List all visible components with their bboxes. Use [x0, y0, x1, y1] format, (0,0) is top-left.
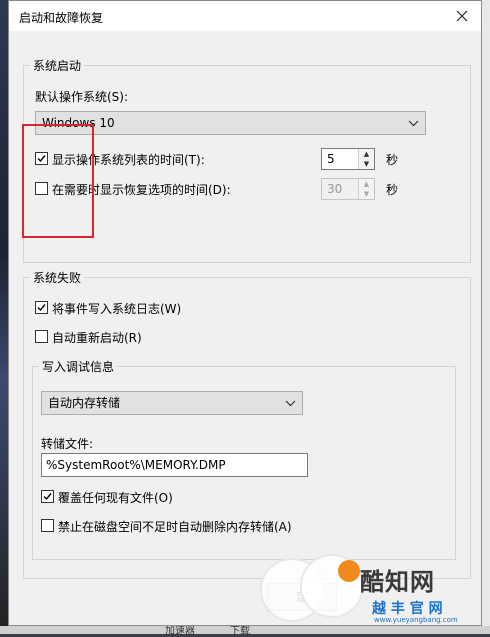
debug-info-legend: 写入调试信息: [39, 358, 118, 375]
startup-recovery-dialog: 启动和故障恢复 系统启动 默认操作系统(S): Windows 10 显示操作系…: [8, 0, 482, 626]
chevron-down-icon: [408, 112, 419, 142]
dump-file-input[interactable]: %SystemRoot%\MEMORY.DMP: [41, 453, 308, 477]
show-recovery-unit: 秒: [386, 183, 399, 197]
auto-restart-label[interactable]: 自动重新启动(R): [52, 329, 142, 346]
checkmark-icon: [43, 493, 52, 501]
dump-type-value: 自动内存转储: [48, 396, 121, 410]
dump-type-dropdown[interactable]: 自动内存转储: [41, 391, 303, 415]
system-startup-legend: 系统启动: [30, 57, 85, 74]
show-recovery-spinner: 30 ▲ ▼: [321, 178, 375, 200]
write-event-label[interactable]: 将事件写入系统日志(W): [52, 300, 181, 317]
default-os-label: 默认操作系统(S):: [35, 90, 129, 104]
background-bottom-strip: 加速器 下载: [0, 626, 490, 637]
title-bar[interactable]: 启动和故障恢复: [9, 1, 481, 31]
write-event-checkbox[interactable]: [35, 301, 48, 314]
show-os-list-unit: 秒: [386, 153, 399, 167]
checkmark-icon: [37, 304, 46, 312]
chevron-down-icon: [285, 392, 296, 422]
window-title: 启动和故障恢复: [19, 11, 104, 25]
ok-button[interactable]: 定: [267, 583, 337, 611]
dump-file-label: 转储文件:: [41, 437, 94, 451]
debug-info-group: 写入调试信息 自动内存转储 转储文件: %SystemRoot%\MEMORY.…: [32, 358, 456, 560]
show-recovery-value: 30: [327, 182, 343, 196]
background-left-strip: [0, 0, 8, 634]
ok-button-label: 定: [295, 590, 308, 604]
disable-auto-delete-checkbox[interactable]: [41, 519, 54, 532]
spin-up-icon[interactable]: ▲: [359, 149, 374, 159]
disable-auto-delete-label[interactable]: 禁止在磁盘空间不足时自动删除内存转储(A): [58, 518, 292, 535]
auto-restart-checkbox[interactable]: [35, 330, 48, 343]
spin-down-icon[interactable]: ▼: [359, 159, 374, 169]
close-button[interactable]: [451, 5, 473, 27]
close-icon: [456, 10, 468, 22]
show-os-list-spinner[interactable]: 5 ▲ ▼: [321, 148, 375, 170]
overwrite-checkbox[interactable]: [41, 490, 54, 503]
background-right-strip: [482, 0, 490, 634]
spin-down-icon: ▼: [363, 190, 370, 198]
highlight-annotation-box: [22, 124, 94, 238]
show-os-list-value: 5: [327, 152, 335, 166]
system-failure-legend: 系统失败: [30, 269, 85, 286]
spin-up-icon: ▲: [363, 180, 370, 188]
system-failure-group: 系统失败 将事件写入系统日志(W) 自动重新启动(R) 写入调试信息 自动内存转…: [23, 269, 471, 579]
overwrite-label[interactable]: 覆盖任何现有文件(O): [58, 489, 173, 506]
